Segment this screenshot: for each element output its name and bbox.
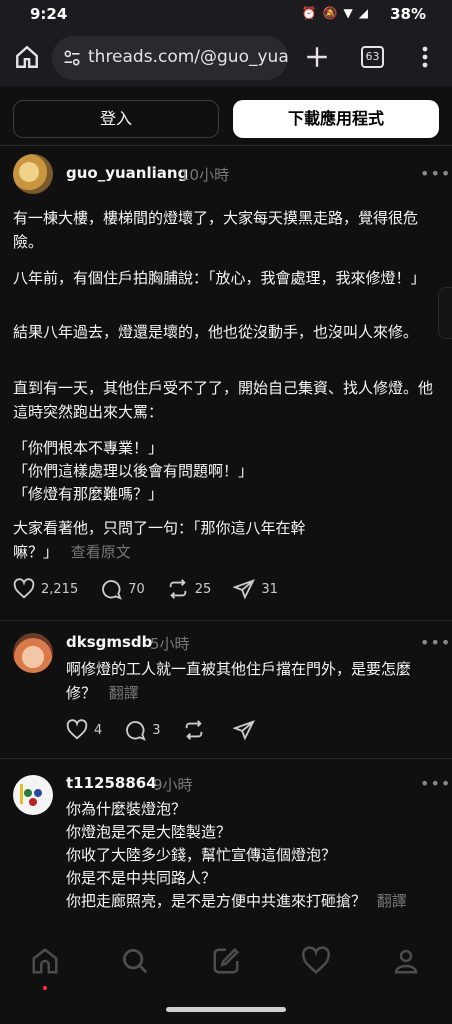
more-menu-icon[interactable] — [414, 44, 436, 70]
post-quote: 「修燈有那麼難嗎？」 — [13, 485, 164, 503]
post-actions: 2,215 70 25 31 — [13, 578, 300, 600]
address-bar[interactable]: threads.com/@guo_yuanliang — [52, 36, 288, 80]
comment-button[interactable]: 3 — [124, 719, 161, 741]
share-count: 31 — [261, 581, 278, 597]
repost-icon — [169, 579, 187, 599]
post-paragraph: 結果八年過去，燈還是壞的，他也從沒動手，也沒叫人來修。 — [13, 323, 419, 341]
auth-bar: 登入 下載應用程式 — [0, 86, 452, 146]
post-username[interactable]: guo_yuanliang — [66, 164, 188, 182]
post-more-icon[interactable]: ••• — [420, 164, 451, 183]
heart-icon[interactable] — [301, 946, 331, 976]
reply-username[interactable]: dksgmsdb — [66, 633, 152, 651]
post-last-paragraph: 大家看著他，只問了一句：「那你這八年在幹嘛？」 — [13, 519, 306, 561]
signal-icon: ◢ — [358, 6, 368, 20]
repost-icon — [185, 720, 202, 740]
reply-line: 你是不是中共同路人？ — [66, 869, 217, 887]
home-icon[interactable] — [30, 946, 60, 976]
post-quote: 「你們這樣處理以後會有問題啊！」 — [13, 462, 254, 480]
new-tab-button[interactable] — [304, 44, 330, 70]
share-icon — [232, 720, 255, 741]
compose-icon[interactable] — [211, 946, 241, 976]
translate-link[interactable]: 翻譯 — [109, 684, 139, 702]
unread-dot — [43, 986, 47, 990]
comment-count: 3 — [152, 722, 161, 738]
share-button[interactable] — [232, 719, 261, 741]
reply: dksgmsdb 5小時 ••• 啊修燈的工人就一直被其他住戶擋在門外，是要怎麼… — [0, 621, 452, 758]
comment-button[interactable]: 70 — [100, 578, 145, 600]
like-button[interactable]: 2,215 — [13, 578, 78, 600]
repost-button[interactable] — [183, 719, 211, 741]
reply-more-icon[interactable]: ••• — [420, 774, 451, 793]
gesture-bar[interactable] — [166, 1007, 286, 1012]
reply: t11258864 9小時 ••• 你為什麼裝燈泡？ 你燈泡是不是大陸製造？ 你… — [0, 759, 452, 920]
avatar[interactable] — [13, 775, 53, 815]
reply-actions: 4 3 — [66, 719, 283, 741]
reply-line: 你燈泡是不是大陸製造？ — [66, 823, 232, 841]
battery-level: 38% — [390, 5, 426, 23]
clock: 9:24 — [30, 5, 68, 23]
wifi-icon: ▼ — [343, 6, 353, 20]
reply-more-icon[interactable]: ••• — [420, 633, 451, 652]
reply-line: 你收了大陸多少錢，幫忙宣傳這個燈泡？ — [66, 846, 337, 864]
reply-last-line: 你把走廊照亮，是不是方便中共進來打砸搶？ — [66, 892, 367, 910]
site-settings-icon[interactable] — [62, 48, 82, 68]
reply-text-block: 啊修燈的工人就一直被其他住戶擋在門外，是要怎麼修？ 翻譯 — [66, 657, 438, 705]
reply-line: 你把走廊照亮，是不是方便中共進來打砸搶？ 翻譯 — [66, 889, 446, 913]
post-quote: 「你們根本不專業！」 — [13, 439, 164, 457]
heart-icon — [13, 578, 35, 599]
comment-icon — [126, 721, 147, 741]
repost-count: 25 — [194, 581, 212, 597]
post-paragraph: 大家看著他，只問了一句：「那你這八年在幹嘛？」 查看原文 — [13, 516, 343, 564]
reply-time: 5小時 — [150, 635, 190, 653]
comment-count: 70 — [128, 581, 145, 597]
like-count: 2,215 — [41, 581, 79, 597]
reply-time: 9小時 — [153, 776, 193, 794]
download-app-button[interactable]: 下載應用程式 — [233, 100, 439, 138]
post-time: 10小時 — [180, 166, 230, 184]
status-icons: ⏰ 🔕 ▼ ◢ — [302, 6, 368, 20]
post-paragraph: 八年前，有個住戶拍胸脯說：「放心，我會處理，我來修燈！」 — [13, 269, 426, 287]
login-button[interactable]: 登入 — [13, 100, 219, 138]
post-paragraph: 有一棟大樓，樓梯間的燈壞了，大家每天摸黑走路，覺得很危險。 — [13, 209, 419, 251]
heart-icon — [66, 719, 88, 740]
like-button[interactable]: 4 — [66, 719, 102, 741]
main-post: guo_yuanliang 10小時 ••• 有一棟大樓，樓梯間的燈壞了，大家每… — [0, 146, 452, 620]
like-count: 4 — [94, 722, 103, 738]
translate-link[interactable]: 翻譯 — [377, 892, 407, 910]
profile-icon[interactable] — [391, 946, 421, 976]
avatar-emblem-icon — [20, 784, 42, 806]
reply-username[interactable]: t11258864 — [66, 774, 157, 792]
repost-button[interactable]: 25 — [167, 578, 212, 600]
alarm-icon: ⏰ — [301, 6, 317, 20]
comment-icon — [102, 580, 123, 600]
share-icon — [233, 579, 256, 600]
post-paragraph: 直到有一天，其他住戶受不了了，開始自己集資、找人修燈。他這時突然跑出來大罵： — [13, 379, 434, 421]
home-button[interactable] — [14, 44, 40, 70]
see-original-link[interactable]: 查看原文 — [71, 543, 131, 561]
browser-toolbar: threads.com/@guo_yuanliang 63 — [0, 30, 452, 86]
url-text: threads.com/@guo_yuanliang — [88, 47, 288, 67]
mute-icon: 🔕 — [322, 6, 338, 20]
search-icon[interactable] — [120, 946, 150, 976]
tab-switcher-button[interactable]: 63 — [361, 46, 384, 68]
status-bar: 9:24 ⏰ 🔕 ▼ ◢ 38% — [0, 0, 452, 30]
share-button[interactable]: 31 — [233, 578, 278, 600]
avatar[interactable] — [13, 633, 53, 673]
avatar[interactable] — [13, 154, 53, 194]
reply-line: 你為什麼裝燈泡？ — [66, 800, 187, 818]
